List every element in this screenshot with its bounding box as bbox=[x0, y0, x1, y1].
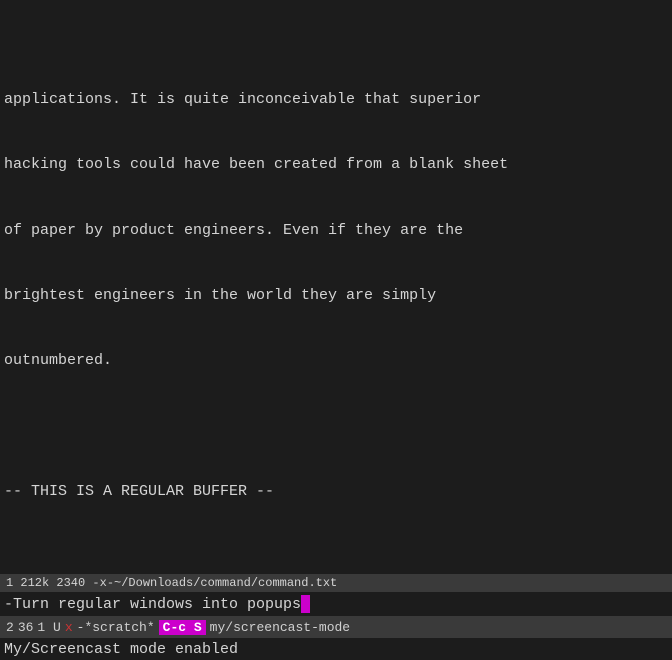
text-line-blank2 bbox=[4, 546, 668, 568]
status-spaces: 1 U bbox=[37, 620, 60, 635]
status-line-num: 2 bbox=[6, 620, 14, 635]
file-status-bar: 1 212k 2340 -x-~/Downloads/command/comma… bbox=[0, 574, 672, 592]
command-line-area: - Turn regular windows into popups bbox=[0, 592, 672, 616]
text-line-4: brightest engineers in the world they ar… bbox=[4, 285, 668, 307]
minibuffer: My/Screencast mode enabled bbox=[0, 638, 672, 660]
section-divider: -- THIS IS A REGULAR BUFFER -- bbox=[4, 481, 668, 503]
command-prefix: - bbox=[4, 596, 13, 613]
text-line-5: outnumbered. bbox=[4, 350, 668, 372]
command-text: Turn regular windows into popups bbox=[13, 596, 301, 613]
status-col-num: 36 bbox=[18, 620, 34, 635]
keybind-badge: C-c S bbox=[159, 620, 206, 635]
status-mode-name: my/screencast-mode bbox=[210, 620, 350, 635]
status-x-marker: x bbox=[65, 620, 73, 635]
text-line-3: of paper by product engineers. Even if t… bbox=[4, 220, 668, 242]
file-status-text: 1 212k 2340 -x-~/Downloads/command/comma… bbox=[6, 576, 337, 590]
text-line-2: hacking tools could have been created fr… bbox=[4, 154, 668, 176]
text-content: applications. It is quite inconceivable … bbox=[4, 44, 668, 575]
cursor bbox=[301, 595, 310, 613]
minibuffer-text: My/Screencast mode enabled bbox=[4, 641, 238, 658]
editor-buffer: applications. It is quite inconceivable … bbox=[0, 0, 672, 574]
mode-line: 2 36 1 U x -*scratch* C-c S my/screencast-… bbox=[0, 616, 672, 638]
status-buffer-name: -*scratch* bbox=[77, 620, 155, 635]
emacs-editor: applications. It is quite inconceivable … bbox=[0, 0, 672, 660]
text-line-1: applications. It is quite inconceivable … bbox=[4, 89, 668, 111]
text-line-blank1 bbox=[4, 415, 668, 437]
